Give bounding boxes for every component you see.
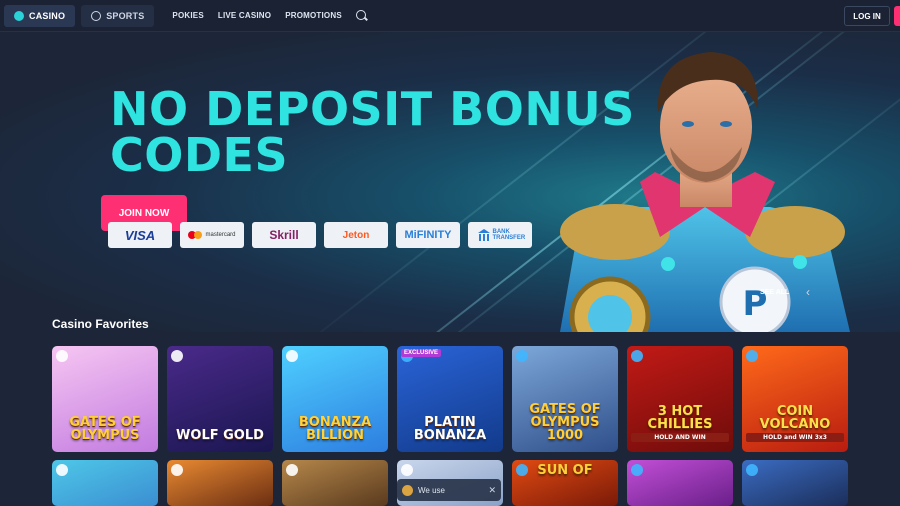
game-tile[interactable] — [627, 460, 733, 506]
visa-logo: VISA — [108, 222, 172, 248]
game-title-text: PLATIN BONANZA — [413, 415, 487, 443]
main-nav: POKIES LIVE CASINO PROMOTIONS — [172, 11, 341, 20]
game-title-text: GATES OF OLYMPUS — [69, 415, 141, 443]
hero-banner: P NO DEPOSIT BONUS CODES JOIN NOW VISA m… — [0, 32, 900, 332]
game-title: WOLF GOLD — [172, 429, 268, 442]
game-title: GATES OF OLYMPUS 1000 — [512, 403, 618, 442]
game-title-text: BONANZA BILLION — [298, 415, 372, 443]
game-title-text: GATES OF OLYMPUS 1000 — [529, 402, 601, 443]
hero-character-illustration: P — [560, 52, 850, 332]
game-title-text: WOLF GOLD — [176, 428, 264, 443]
game-tile[interactable]: EXCLUSIVE PLATIN BONANZA — [397, 346, 503, 452]
provider-badge-icon — [171, 350, 183, 362]
bank-transfer-logo: BANK TRANSFER — [468, 222, 532, 248]
game-tile[interactable]: WOLF GOLD — [167, 346, 273, 452]
nav-live-casino[interactable]: LIVE CASINO — [218, 11, 271, 20]
cookie-text: We use — [418, 485, 445, 495]
game-tile[interactable] — [282, 460, 388, 506]
jeton-label: Jeton — [342, 229, 370, 241]
game-title: GATES OF OLYMPUS — [52, 416, 158, 442]
tab-casino[interactable]: CASINO — [4, 4, 76, 27]
cookie-notice: We use ✕ — [397, 479, 501, 501]
game-tile[interactable]: 3 HOT CHILLIES HOLD AND WIN — [627, 346, 733, 452]
skrill-logo: Skrill — [252, 222, 316, 248]
game-tile[interactable] — [52, 460, 158, 506]
provider-badge-icon — [171, 464, 183, 476]
cookie-icon — [402, 484, 413, 496]
game-title-text: COIN VOLCANO — [759, 404, 831, 432]
skrill-label: Skrill — [269, 228, 299, 242]
tab-sports[interactable]: SPORTS — [81, 4, 155, 27]
casino-icon — [14, 10, 24, 21]
provider-badge-icon — [516, 464, 528, 476]
provider-badge-icon — [56, 464, 68, 476]
jeton-logo: Jeton — [324, 222, 388, 248]
login-button[interactable]: LOG IN — [844, 6, 890, 26]
game-title: SUN OF — [533, 464, 596, 477]
game-title-text: 3 HOT CHILLIES — [647, 404, 713, 432]
mifinity-logo: MiFINITY — [396, 222, 460, 248]
provider-badge-icon — [746, 464, 758, 476]
mastercard-circle-icon — [194, 231, 203, 239]
game-tile[interactable]: GATES OF OLYMPUS 1000 — [512, 346, 618, 452]
game-tile[interactable] — [742, 460, 848, 506]
exclusive-tag: EXCLUSIVE — [401, 349, 442, 357]
game-tile[interactable] — [167, 460, 273, 506]
game-title: 3 HOT CHILLIES HOLD AND WIN — [627, 405, 733, 442]
game-title: COIN VOLCANO HOLD and WIN 3x3 — [742, 405, 848, 442]
provider-badge-icon — [631, 464, 643, 476]
provider-badge-icon — [746, 350, 758, 362]
bank-icon — [477, 229, 490, 241]
visa-label: VISA — [124, 227, 156, 243]
game-tile[interactable]: SUN OF — [512, 460, 618, 506]
game-tile[interactable]: COIN VOLCANO HOLD and WIN 3x3 — [742, 346, 848, 452]
tab-casino-label: CASINO — [29, 10, 66, 21]
game-title: PLATIN BONANZA — [397, 416, 503, 442]
top-navigation: CASINO SPORTS POKIES LIVE CASINO PROMOTI… — [0, 0, 900, 32]
search-icon[interactable] — [355, 9, 368, 22]
tab-sports-label: SPORTS — [106, 10, 145, 21]
game-title-text: SUN OF — [537, 463, 593, 478]
bank-transfer-label: BANK TRANSFER — [492, 229, 526, 241]
provider-badge-icon — [516, 350, 528, 362]
nav-pokies[interactable]: POKIES — [172, 11, 203, 20]
close-icon[interactable]: ✕ — [488, 485, 496, 496]
chevron-left-icon[interactable]: ‹ — [806, 285, 810, 299]
game-subtitle: HOLD AND WIN — [631, 433, 729, 442]
mastercard-label: mastercard — [205, 232, 236, 238]
nav-promotions[interactable]: PROMOTIONS — [285, 11, 342, 20]
see-all-link[interactable]: SEE ALL — [760, 289, 789, 296]
game-subtitle: HOLD and WIN 3x3 — [746, 433, 844, 442]
provider-badge-icon — [631, 350, 643, 362]
ball-icon — [91, 10, 102, 21]
payment-methods: VISA mastercard Skrill Jeton MiFINITY BA… — [108, 222, 532, 248]
provider-badge-icon — [286, 350, 298, 362]
hero-headline: NO DEPOSIT BONUS CODES — [110, 82, 635, 182]
provider-badge-icon — [56, 350, 68, 362]
game-tile[interactable]: BONANZA BILLION — [282, 346, 388, 452]
signup-button[interactable] — [894, 6, 900, 26]
provider-badge-icon — [286, 464, 298, 476]
section-title: Casino Favorites — [52, 317, 149, 331]
mastercard-logo: mastercard — [180, 222, 244, 248]
provider-badge-icon — [401, 464, 413, 476]
game-title: BONANZA BILLION — [282, 416, 388, 442]
game-tile[interactable]: GATES OF OLYMPUS — [52, 346, 158, 452]
mifinity-label: MiFINITY — [404, 229, 452, 241]
